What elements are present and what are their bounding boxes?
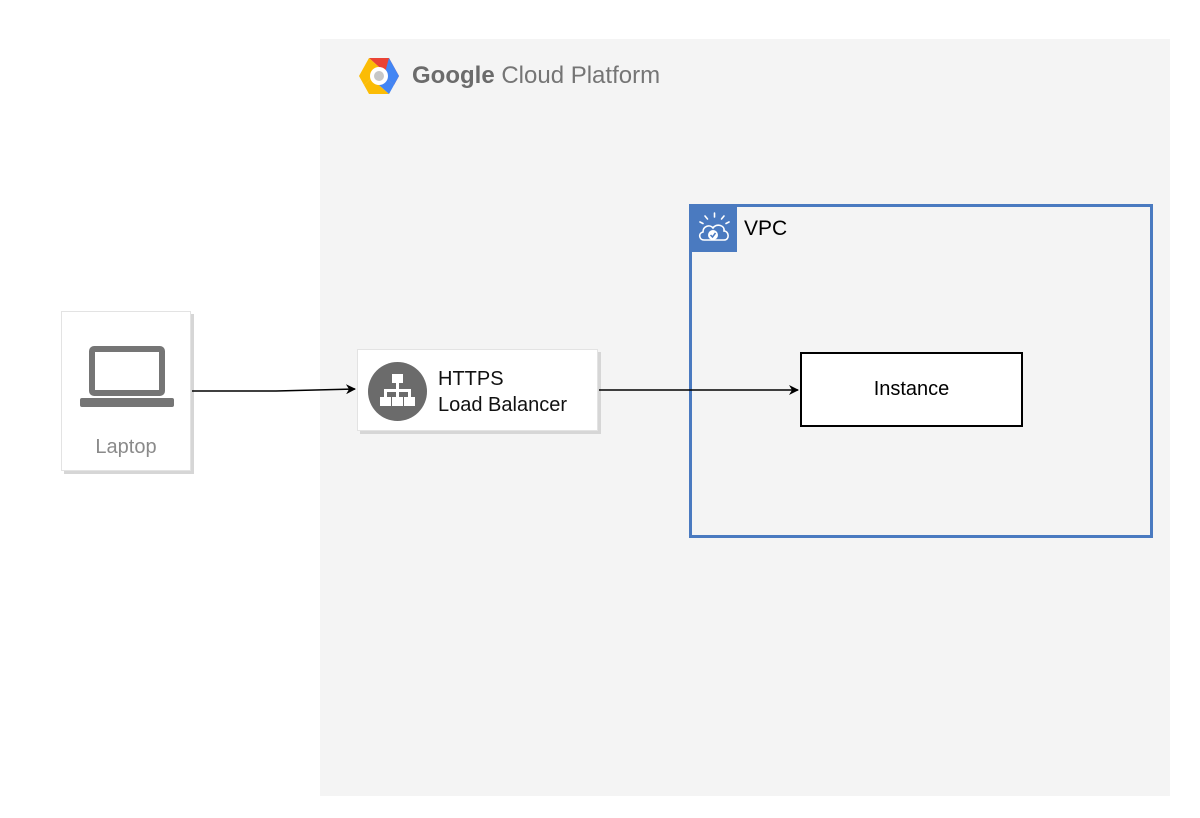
vpc-cloud-lock-icon [698,212,730,241]
gcp-header: Google Cloud Platform [358,56,660,96]
google-cloud-logo-icon [359,58,399,94]
instance-node[interactable]: Instance [800,352,1023,427]
instance-label: Instance [873,378,950,400]
gcp-product: Cloud Platform [501,62,661,89]
load-balancer-label-line1: HTTPS [438,368,504,390]
load-balancer-label: HTTPS Load Balancer [438,366,567,418]
laptop-icon [80,346,174,407]
vpc-badge [692,207,737,252]
vpc-label: VPC [744,217,788,240]
laptop-node[interactable]: Laptop [61,311,191,471]
laptop-label: Laptop [95,436,157,458]
load-balancer-node[interactable]: HTTPS Load Balancer [357,349,598,431]
load-balancer-icon [368,362,427,421]
load-balancer-label-line2: Load Balancer [438,394,567,416]
gcp-brand: Google [412,62,495,89]
gcp-title: Google Cloud Platform [412,62,660,90]
